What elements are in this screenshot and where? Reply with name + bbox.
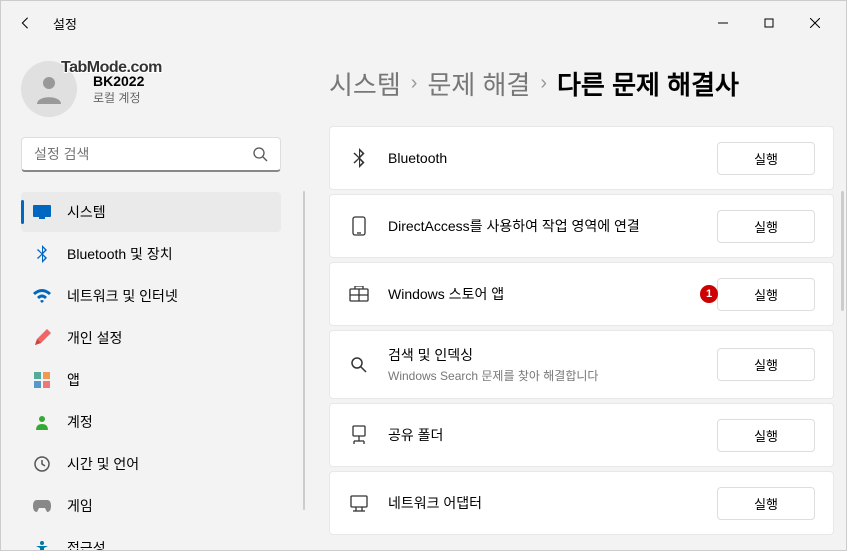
sidebar-item-label: 앱 xyxy=(67,370,80,390)
watermark: TabMode.com xyxy=(61,59,162,77)
sidebar-item-bluetooth[interactable]: Bluetooth 및 장치 xyxy=(21,234,281,274)
troubleshooter-directaccess[interactable]: DirectAccess를 사용하여 작업 영역에 연결 실행 xyxy=(329,194,834,258)
run-button[interactable]: 실행 xyxy=(717,419,815,452)
sidebar-item-apps[interactable]: 앱 xyxy=(21,360,281,400)
breadcrumb-troubleshoot[interactable]: 문제 해결 xyxy=(427,65,530,102)
run-button[interactable]: 실행 xyxy=(717,487,815,520)
card-title: DirectAccess를 사용하여 작업 영역에 연결 xyxy=(388,216,717,236)
wifi-icon xyxy=(33,287,51,305)
run-button[interactable]: 실행 xyxy=(717,210,815,243)
sidebar-item-label: 네트워크 및 인터넷 xyxy=(67,286,178,306)
search-icon xyxy=(348,354,370,376)
apps-icon xyxy=(33,371,51,389)
sidebar-item-gaming[interactable]: 게임 xyxy=(21,486,281,526)
card-title: 검색 및 인덱싱 xyxy=(388,345,717,365)
window-title: 설정 xyxy=(53,14,77,33)
troubleshooter-bluetooth[interactable]: Bluetooth 실행 xyxy=(329,126,834,190)
sidebar-item-time[interactable]: 시간 및 언어 xyxy=(21,444,281,484)
profile[interactable]: BK2022 로컬 계정 TabMode.com xyxy=(21,45,281,137)
troubleshooter-list: Bluetooth 실행 DirectAccess를 사용하여 작업 영역에 연… xyxy=(329,126,834,535)
troubleshooter-store[interactable]: Windows 스토어 앱 1실행 xyxy=(329,262,834,326)
gaming-icon xyxy=(33,497,51,515)
sidebar-item-label: 게임 xyxy=(67,496,93,516)
profile-sub: 로컬 계정 xyxy=(93,89,144,106)
phone-icon xyxy=(348,215,370,237)
sidebar-item-label: 시스템 xyxy=(67,202,106,222)
sidebar-item-label: 계정 xyxy=(67,412,93,432)
search-input[interactable] xyxy=(34,146,252,162)
run-button[interactable]: 실행 xyxy=(717,348,815,381)
bluetooth-icon xyxy=(348,147,370,169)
sidebar: BK2022 로컬 계정 TabMode.com 시스템 Bluetooth 및… xyxy=(1,45,301,550)
personalize-icon xyxy=(33,329,51,347)
card-title: 공유 폴더 xyxy=(388,425,717,445)
sidebar-item-label: 시간 및 언어 xyxy=(67,454,139,474)
run-button[interactable]: 실행 xyxy=(717,142,815,175)
sidebar-item-system[interactable]: 시스템 xyxy=(21,192,281,232)
sidebar-item-network[interactable]: 네트워크 및 인터넷 xyxy=(21,276,281,316)
nav-list: 시스템 Bluetooth 및 장치 네트워크 및 인터넷 개인 설정 앱 계정 xyxy=(21,192,281,550)
sidebar-item-label: 개인 설정 xyxy=(67,328,122,348)
system-icon xyxy=(33,203,51,221)
account-icon xyxy=(33,413,51,431)
troubleshooter-search[interactable]: 검색 및 인덱싱 Windows Search 문제를 찾아 해결합니다 실행 xyxy=(329,330,834,399)
sidebar-item-label: Bluetooth 및 장치 xyxy=(67,244,173,264)
minimize-button[interactable] xyxy=(700,7,746,39)
store-icon xyxy=(348,283,370,305)
back-button[interactable] xyxy=(9,7,41,39)
troubleshooter-shared[interactable]: 공유 폴더 실행 xyxy=(329,403,834,467)
shared-folder-icon xyxy=(348,424,370,446)
chevron-right-icon: › xyxy=(540,72,547,95)
card-sub: Windows Search 문제를 찾아 해결합니다 xyxy=(388,367,717,384)
card-title: Bluetooth xyxy=(388,150,717,166)
sidebar-item-accounts[interactable]: 계정 xyxy=(21,402,281,442)
run-button[interactable]: 1실행 xyxy=(717,278,815,311)
search-icon xyxy=(252,146,268,162)
badge: 1 xyxy=(700,285,718,303)
sidebar-item-label: 접근성 xyxy=(67,538,106,550)
time-icon xyxy=(33,455,51,473)
network-adapter-icon xyxy=(348,492,370,514)
card-title: 네트워크 어댑터 xyxy=(388,493,717,513)
main-content: 시스템 › 문제 해결 › 다른 문제 해결사 Bluetooth 실행 Dir… xyxy=(301,45,846,550)
breadcrumb: 시스템 › 문제 해결 › 다른 문제 해결사 xyxy=(329,45,834,126)
scrollbar[interactable] xyxy=(841,191,844,311)
maximize-button[interactable] xyxy=(746,7,792,39)
chevron-right-icon: › xyxy=(411,72,418,95)
search-box[interactable] xyxy=(21,137,281,172)
troubleshooter-network[interactable]: 네트워크 어댑터 실행 xyxy=(329,471,834,535)
card-title: Windows 스토어 앱 xyxy=(388,284,717,304)
sidebar-item-personalize[interactable]: 개인 설정 xyxy=(21,318,281,358)
accessibility-icon xyxy=(33,539,51,550)
close-button[interactable] xyxy=(792,7,838,39)
window-controls xyxy=(700,7,838,39)
sidebar-item-accessibility[interactable]: 접근성 xyxy=(21,528,281,550)
breadcrumb-current: 다른 문제 해결사 xyxy=(557,65,739,102)
breadcrumb-system[interactable]: 시스템 xyxy=(329,65,401,102)
bluetooth-icon xyxy=(33,245,51,263)
titlebar: 설정 xyxy=(1,1,846,45)
